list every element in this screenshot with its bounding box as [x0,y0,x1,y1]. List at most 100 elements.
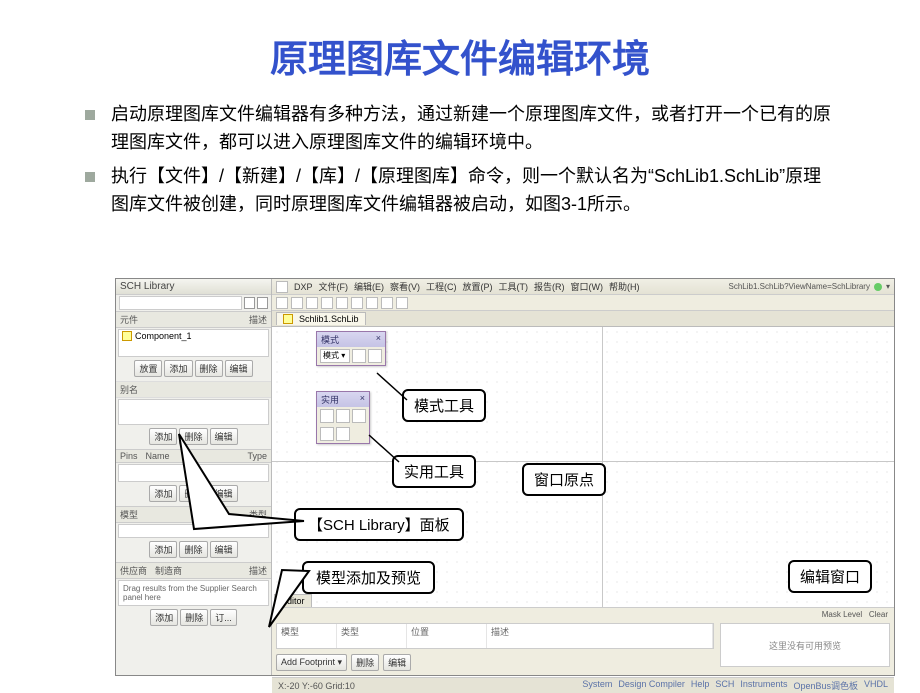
status-dot-icon [874,283,882,291]
supplier-hint: Drag results from the Supplier Search pa… [119,581,268,605]
menu-project[interactable]: 工程(C) [426,280,457,293]
menu-edit[interactable]: 编辑(E) [354,280,384,293]
component-name: Component_1 [135,331,192,341]
menu-file[interactable]: 文件(F) [319,280,349,293]
bullet-text-2: 执行【文件】/【新建】/【库】/【原理图库】命令，则一个默认名为“SchLib1… [111,163,835,219]
bullet-text-1: 启动原理图库文件编辑器有多种方法，通过新建一个原理图库文件，或者打开一个已有的原… [111,101,835,157]
place-button[interactable]: 放置 [134,360,162,377]
status-openbus[interactable]: OpenBus调色板 [793,679,858,692]
bullet-marker [85,172,95,182]
cursor-position: X:-20 Y:-60 Grid:10 [278,681,355,691]
callout-preview-pointer [264,567,314,637]
menu-tools[interactable]: 工具(T) [499,280,529,293]
supplier-add-button[interactable]: 添加 [150,609,178,626]
add-button[interactable]: 添加 [164,360,192,377]
col-name: Name [142,450,174,462]
col-desc: 描述 [245,312,271,327]
component-list-item[interactable]: Component_1 [119,330,268,342]
mode-next-icon[interactable] [368,349,382,363]
tool-icon[interactable] [306,297,318,309]
callout-editwin: 编辑窗口 [788,560,872,593]
model-edit-button[interactable]: 编辑 [210,541,238,558]
dropdown-icon[interactable]: ▾ [886,282,890,291]
preview-box: 这里没有可用预览 [720,623,890,667]
menu-place[interactable]: 放置(P) [463,280,493,293]
callout-util: 实用工具 [392,455,476,488]
close-icon[interactable]: × [360,393,365,406]
callout-panel-pointer [174,429,314,539]
footprint-edit-button[interactable]: 编辑 [383,654,411,671]
util-icon[interactable] [352,409,366,423]
util-icon[interactable] [320,427,334,441]
add-footprint-button[interactable]: Add Footprint ▾ [276,654,347,671]
model-grid[interactable]: 模型 类型 位置 描述 [276,623,714,649]
col-component: 元件 [116,312,142,327]
util-icon[interactable] [336,409,350,423]
edit-button[interactable]: 编辑 [225,360,253,377]
search-icon[interactable] [257,297,268,309]
callout-preview: 模型添加及预览 [302,561,435,594]
tool-icon[interactable] [396,297,408,309]
slide-title: 原理图库文件编辑环境 [0,0,920,101]
alias-header: 别名 [116,381,271,398]
document-tab[interactable]: Schlib1.SchLib [276,312,366,325]
mode-toolbar[interactable]: 模式 × 模式 ▾ [316,331,386,366]
menu-dxp[interactable]: DXP [294,282,313,292]
status-vhdl[interactable]: VHDL [864,679,888,692]
component-icon [122,331,132,341]
grid-col-type: 类型 [337,624,407,648]
status-bar: X:-20 Y:-60 Grid:10 System Design Compil… [272,677,894,693]
dxp-icon[interactable] [276,281,288,293]
util-icon[interactable] [320,409,334,423]
status-instruments[interactable]: Instruments [740,679,787,692]
mode-select[interactable]: 模式 ▾ [320,349,350,363]
main-area: DXP 文件(F) 编辑(E) 察看(V) 工程(C) 放置(P) 工具(T) … [272,279,894,675]
status-help[interactable]: Help [691,679,710,692]
menu-help[interactable]: 帮助(H) [609,280,640,293]
app-screenshot: SCH Library 元件 描述 Component_1 放置 添加 删除 编辑… [115,278,895,676]
mode-prev-icon[interactable] [352,349,366,363]
tool-icon[interactable] [276,297,288,309]
util-icon[interactable] [336,427,350,441]
callout-origin: 窗口原点 [522,463,606,496]
schlib-icon [283,314,293,324]
editor-bottom-panel: Editor Mask Level Clear 模型 类型 位置 描述 这里没有… [272,607,894,675]
col-manufacturer: 制造商 [151,563,186,578]
menu-window[interactable]: 窗口(W) [571,280,604,293]
delete-button[interactable]: 删除 [195,360,223,377]
menu-report[interactable]: 报告(R) [534,280,565,293]
callout-panel: 【SCH Library】面板 [294,508,464,541]
clear-button[interactable]: Clear [869,610,888,619]
model-add-button[interactable]: 添加 [149,541,177,558]
tool-icon[interactable] [336,297,348,309]
tool-icon[interactable] [291,297,303,309]
document-tabs: Schlib1.SchLib [272,311,894,327]
tool-icon[interactable] [366,297,378,309]
close-icon[interactable]: × [376,333,381,346]
path-field: SchLib1.SchLib?ViewName=SchLibrary [728,282,870,291]
tab-label: Schlib1.SchLib [299,314,359,324]
filter-icon[interactable] [244,297,255,309]
tool-icon[interactable] [351,297,363,309]
footprint-delete-button[interactable]: 删除 [351,654,379,671]
component-search-input[interactable] [119,296,242,310]
supplier-order-button[interactable]: 订... [210,609,237,626]
alias-list[interactable] [118,399,269,425]
col-pins: Pins [116,450,142,462]
tool-icon[interactable] [321,297,333,309]
col-supplier: 供应商 [116,563,151,578]
grid-col-position: 位置 [407,624,487,648]
tool-icon[interactable] [381,297,393,309]
status-sch[interactable]: SCH [715,679,734,692]
mask-level-label[interactable]: Mask Level [822,610,862,619]
panel-title: SCH Library [116,279,271,295]
status-design-compiler[interactable]: Design Compiler [618,679,685,692]
status-system[interactable]: System [582,679,612,692]
utility-toolbar[interactable]: 实用× [316,391,370,444]
mode-toolbar-title: 模式 [321,333,339,346]
supplier-delete-button[interactable]: 删除 [180,609,208,626]
model-delete-button[interactable]: 删除 [179,541,207,558]
standard-toolbar [272,295,894,311]
col-model: 模型 [116,507,142,522]
menu-view[interactable]: 察看(V) [390,280,420,293]
